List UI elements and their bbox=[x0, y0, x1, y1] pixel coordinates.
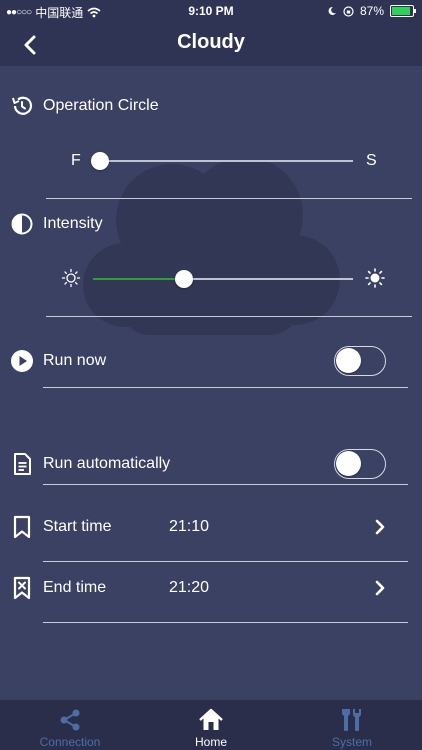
sun-bright-icon bbox=[365, 268, 385, 288]
history-clock-icon bbox=[12, 96, 33, 115]
bookmark-icon bbox=[13, 515, 31, 539]
tab-label: System bbox=[331, 735, 372, 749]
tab-label: Connection bbox=[39, 735, 101, 749]
end-time-label: End time bbox=[43, 579, 107, 596]
run-now-toggle[interactable] bbox=[334, 346, 386, 376]
intensity-label: Intensity bbox=[43, 215, 103, 232]
status-bar: ●●○○○ 中国联通 9:10 PM 87% bbox=[0, 0, 422, 22]
play-icon bbox=[11, 350, 33, 372]
start-time-value: 21:10 bbox=[169, 518, 210, 535]
divider bbox=[43, 622, 408, 623]
divider bbox=[43, 387, 408, 388]
operation-circle-label: Operation Circle bbox=[43, 97, 159, 114]
status-right: 87% bbox=[327, 4, 416, 18]
slider-max-label: S bbox=[366, 152, 377, 169]
operation-circle-track[interactable] bbox=[98, 160, 353, 162]
divider bbox=[46, 198, 412, 199]
battery-percent: 87% bbox=[359, 4, 384, 18]
sun-dim-icon bbox=[61, 268, 81, 288]
end-time-value: 21:20 bbox=[169, 579, 210, 596]
share-icon bbox=[60, 709, 80, 731]
divider bbox=[43, 561, 408, 562]
tab-connection[interactable]: Connection bbox=[0, 700, 140, 750]
moon-icon bbox=[328, 6, 336, 15]
run-automatically-toggle[interactable] bbox=[334, 449, 386, 479]
start-time-label: Start time bbox=[43, 518, 112, 535]
cloud-background-icon bbox=[83, 160, 340, 335]
chevron-right-icon[interactable] bbox=[372, 580, 388, 596]
tab-home[interactable]: Home bbox=[141, 700, 281, 750]
document-icon bbox=[14, 453, 31, 475]
chevron-right-icon[interactable] bbox=[372, 519, 388, 535]
intensity-fill bbox=[93, 278, 184, 280]
tab-label: Home bbox=[194, 735, 227, 749]
tab-system[interactable]: System bbox=[282, 700, 422, 750]
tab-bar: Connection Home System bbox=[0, 700, 422, 750]
run-automatically-label: Run automatically bbox=[43, 455, 171, 472]
run-now-label: Run now bbox=[43, 352, 107, 369]
divider bbox=[46, 316, 412, 317]
contrast-icon bbox=[11, 213, 33, 235]
nav-bar: Cloudy bbox=[0, 22, 422, 66]
divider bbox=[43, 484, 408, 485]
intensity-slider-thumb[interactable] bbox=[175, 270, 193, 288]
battery-icon bbox=[390, 5, 416, 17]
rotation-lock-icon bbox=[343, 5, 354, 17]
operation-circle-slider-thumb[interactable] bbox=[91, 152, 109, 170]
page-title: Cloudy bbox=[177, 31, 245, 53]
home-icon bbox=[199, 708, 223, 730]
slider-min-label: F bbox=[71, 152, 81, 169]
tools-icon bbox=[342, 709, 361, 731]
bookmark-remove-icon bbox=[13, 576, 31, 600]
